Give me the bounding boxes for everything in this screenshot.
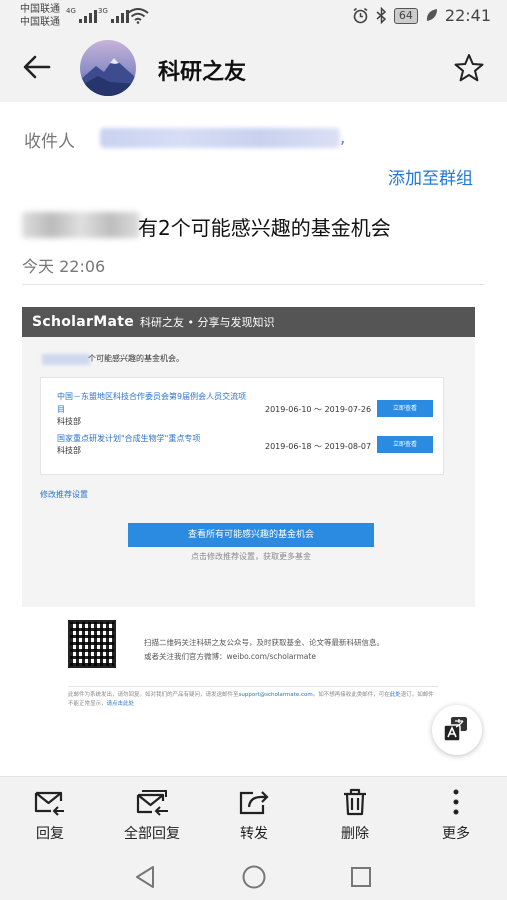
wifi-icon [127, 8, 149, 24]
status-bar: 中国联通 中国联通 4G 3G 64 22:41 [0, 0, 507, 34]
modify-settings-link[interactable]: 修改推荐设置 [40, 489, 88, 500]
triangle-back-icon[interactable] [133, 864, 157, 890]
list-item: 中国－东盟地区科技合作委员会第9届例会人员交流项目 科技部 2019-06-10… [57, 390, 437, 428]
recipient-address-redacted[interactable] [100, 128, 340, 148]
legal-part-1: 此邮件为系统发出，请勿回复。如对我们的产品有疑问，请发送邮件至 [68, 692, 239, 698]
signal-1-icon: 4G [66, 7, 97, 23]
network-type-1: 4G [66, 7, 76, 15]
opportunity-card: 中国－东盟地区科技合作委员会第9届例会人员交流项目 科技部 2019-06-10… [40, 377, 444, 475]
carrier-2: 中国联通 [20, 17, 60, 28]
network-type-2: 3G [98, 7, 108, 15]
email-subject: 有2个可能感兴趣的基金机会 [138, 216, 391, 240]
battery-indicator: 64 [393, 7, 418, 24]
footer-line-1: 扫描二维码关注科研之友公众号，及时获取基金、论文等最新科研信息。 [144, 638, 384, 647]
sender-avatar[interactable] [80, 40, 136, 96]
view-now-button[interactable]: 立即查看 [377, 436, 433, 453]
delete-button[interactable]: 删除 [315, 787, 395, 843]
square-recent-icon[interactable] [349, 864, 373, 890]
opportunity-dates: 2019-06-10 ～ 2019-07-26 [265, 405, 372, 414]
forward-button[interactable]: 转发 [214, 787, 294, 843]
opportunity-title-link[interactable]: 国家重点研发计划"合成生物学"重点专项 [57, 432, 247, 445]
view-now-button[interactable]: 立即查看 [377, 400, 433, 417]
brand-bar: ScholarMate 科研之友 • 分享与发现知识 [22, 307, 475, 337]
clock: 22:41 [444, 6, 491, 25]
reply-all-icon [136, 790, 168, 816]
unsubscribe-link[interactable]: 此处 [390, 692, 401, 698]
support-email-link[interactable]: support@scholarmate.com [239, 692, 313, 698]
sender-title: 科研之友 [158, 60, 247, 85]
add-to-group-link[interactable]: 添加至群组 [388, 164, 473, 189]
recipient-label: 收件人 [24, 132, 75, 152]
intro-redacted [42, 354, 90, 365]
more-vertical-icon [453, 789, 459, 815]
opportunity-title-link[interactable]: 中国－东盟地区科技合作委员会第9届例会人员交流项目 [57, 390, 247, 416]
brand-logo: ScholarMate [32, 314, 134, 330]
recipient-separator: , [340, 128, 346, 148]
translate-button[interactable] [432, 705, 482, 755]
email-footer: 扫描二维码关注科研之友公众号，及时获取基金、论文等最新科研信息。 或者关注我们官… [144, 636, 384, 664]
cta-subtext: 点击修改推荐设置，获取更多基金 [191, 552, 311, 561]
reply-icon [34, 791, 64, 816]
email-body: ScholarMate 科研之友 • 分享与发现知识 个可能感兴趣的基金机会。 … [22, 307, 475, 607]
more-label: 更多 [442, 826, 470, 842]
carrier-1: 中国联通 [20, 4, 60, 15]
mountain-avatar-icon [80, 58, 136, 96]
legal-part-2: 。如不想再接收此类邮件，可在 [312, 692, 390, 698]
qr-code [68, 620, 116, 668]
reply-all-button[interactable]: 全部回复 [112, 787, 192, 843]
carrier-names: 中国联通 中国联通 [20, 3, 60, 29]
circle-home-icon[interactable] [241, 864, 267, 890]
email-date: 今天 22:06 [22, 257, 106, 276]
reply-label: 回复 [36, 826, 64, 842]
action-toolbar: 回复 全部回复 转发 删除 更多 [0, 776, 507, 856]
translate-icon [443, 717, 467, 742]
bluetooth-icon [376, 7, 386, 24]
view-online-link[interactable]: 请点击此处 [107, 701, 135, 707]
forward-icon [239, 791, 269, 815]
list-item: 国家重点研发计划"合成生物学"重点专项 科技部 2019-06-18 ～ 201… [57, 432, 437, 457]
opportunity-dates: 2019-06-18 ～ 2019-08-07 [265, 442, 372, 451]
reply-button[interactable]: 回复 [10, 787, 90, 843]
brand-tagline: 科研之友 • 分享与发现知识 [139, 316, 275, 329]
more-button[interactable]: 更多 [416, 787, 496, 843]
reply-all-label: 全部回复 [124, 826, 180, 842]
legal-text: 此邮件为系统发出，请勿回复。如对我们的产品有疑问，请发送邮件至support@s… [68, 686, 438, 709]
footer-line-2: 或者关注我们官方微博：weibo.com/scholarmate [144, 652, 316, 661]
forward-label: 转发 [240, 826, 268, 842]
leaf-icon [426, 9, 437, 21]
view-all-button[interactable]: 查看所有可能感兴趣的基金机会 [128, 523, 374, 547]
arrow-left-icon[interactable] [22, 52, 52, 82]
divider [22, 284, 485, 285]
signal-2-icon: 3G [98, 7, 129, 23]
subject-redacted [22, 212, 140, 238]
alarm-icon [353, 7, 368, 24]
system-nav-bar [0, 856, 507, 900]
delete-label: 删除 [341, 826, 369, 842]
status-right: 64 22:41 [352, 6, 491, 25]
star-icon[interactable] [453, 52, 485, 84]
opportunity-org: 科技部 [57, 417, 81, 426]
trash-icon [344, 788, 366, 816]
app-header: 科研之友 [0, 34, 507, 102]
email-intro: 个可能感兴趣的基金机会。 [88, 354, 184, 363]
